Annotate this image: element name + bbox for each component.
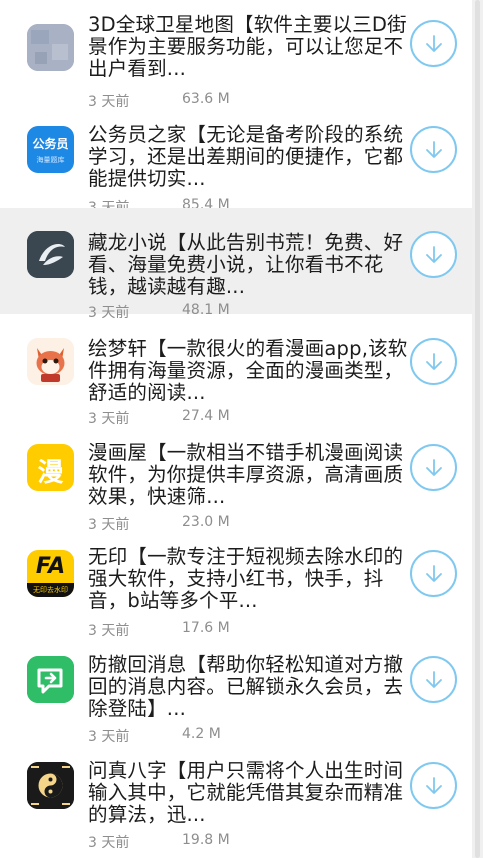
item-title: 绘梦轩【一款很火的看漫画app,该软件拥有海量资源，全面的漫画类型，舒适的阅读.…: [88, 337, 408, 404]
icon-label: FA: [35, 554, 66, 579]
item-title: 藏龙小说【从此告别书荒！免费、好看、海量免费小说，让你看书不花钱，越读越有趣..…: [88, 231, 404, 298]
arrow-down-icon: [425, 670, 442, 688]
item-size: 27.4 M: [182, 408, 230, 424]
list-item[interactable]: FA 无印去水印 无印【一款专注于短视频去除水印的强大软件，支持小红书，快手，抖…: [0, 530, 472, 639]
item-size: 23.0 M: [182, 514, 230, 530]
item-title: 漫画屋【一款相当不错手机漫画阅读软件，为你提供丰厚资源，高清画质效果，快速筛..…: [88, 441, 404, 508]
list-item[interactable]: 3D全球卫星地图【软件主要以三D街景作为主要服务功能，可以让您足不出户看到...…: [0, 0, 472, 110]
list-item[interactable]: 绘梦轩【一款很火的看漫画app,该软件拥有海量资源，全面的漫画类型，舒适的阅读.…: [0, 318, 472, 427]
arrow-down-icon: [425, 245, 442, 263]
arrow-down-icon: [425, 564, 442, 582]
scrollbar-thumb[interactable]: [475, 0, 480, 858]
civil-servant-app-icon: 公务员 海量题库: [27, 126, 74, 173]
item-title: 3D全球卫星地图【软件主要以三D街景作为主要服务功能，可以让您足不出户看到...: [88, 13, 407, 80]
list-item[interactable]: 公务员 海量题库 公务员之家【无论是备考阶段的系统学习，还是出差期间的便捷作，它…: [0, 106, 472, 216]
arrow-down-icon: [425, 776, 442, 794]
item-size: 17.6 M: [182, 620, 230, 636]
item-title: 无印【一款专注于短视频去除水印的强大软件，支持小红书，快手，抖音，b站等多个平.…: [88, 545, 404, 612]
item-size: 19.8 M: [182, 832, 230, 848]
list-item[interactable]: 漫 漫画屋【一款相当不错手机漫画阅读软件，为你提供丰厚资源，高清画质效果，快速筛…: [0, 424, 472, 533]
download-button[interactable]: [410, 656, 457, 703]
download-button[interactable]: [410, 231, 457, 278]
scrollbar[interactable]: [472, 0, 483, 858]
item-title: 防撤回消息【帮助你轻松知道对方撤回的消息内容。已解锁永久会员，去除登陆】...: [88, 653, 404, 720]
watermark-remover-app-icon: FA 无印去水印: [27, 550, 74, 597]
bazi-app-icon: [27, 762, 74, 809]
icon-sublabel: 海量题库: [36, 156, 65, 164]
download-button[interactable]: [410, 126, 457, 173]
item-meta: 3 天前 19.8 M: [88, 832, 230, 852]
comic-house-app-icon: 漫: [27, 444, 74, 491]
item-size: 48.1 M: [182, 302, 230, 318]
map-app-icon: [27, 24, 74, 71]
item-title: 问真八字【用户只需将个人出生时间输入其中，它就能凭借其复杂而精准的算法，迅...: [88, 759, 404, 826]
list-item[interactable]: 藏龙小说【从此告别书荒！免费、好看、海量免费小说，让你看书不花钱，越读越有趣..…: [0, 208, 472, 321]
arrow-down-icon: [425, 34, 442, 52]
download-button[interactable]: [410, 20, 457, 67]
icon-sublabel: 无印去水印: [27, 583, 74, 597]
item-size: 4.2 M: [182, 726, 221, 742]
arrow-down-icon: [425, 458, 442, 476]
list-item[interactable]: 问真八字【用户只需将个人出生时间输入其中，它就能凭借其复杂而精准的算法，迅...…: [0, 742, 472, 851]
icon-label: 漫: [37, 458, 64, 488]
item-size: 63.6 M: [182, 91, 230, 107]
download-button[interactable]: [410, 550, 457, 597]
anti-recall-app-icon: [27, 656, 74, 703]
list-item[interactable]: 防撤回消息【帮助你轻松知道对方撤回的消息内容。已解锁永久会员，去除登陆】... …: [0, 636, 472, 745]
arrow-down-icon: [425, 352, 442, 370]
item-title: 公务员之家【无论是备考阶段的系统学习，还是出差期间的便捷作，它都能提供切实...: [88, 123, 404, 190]
arrow-down-icon: [425, 140, 442, 158]
fox-comic-app-icon: [27, 338, 74, 385]
item-time: 3 天前: [88, 835, 130, 851]
download-button[interactable]: [410, 444, 457, 491]
app-list: 3D全球卫星地图【软件主要以三D街景作为主要服务功能，可以让您足不出户看到...…: [0, 0, 472, 858]
download-button[interactable]: [410, 762, 457, 809]
download-button[interactable]: [410, 338, 457, 385]
icon-label: 公务员: [32, 137, 69, 151]
novel-app-icon: [27, 231, 74, 278]
